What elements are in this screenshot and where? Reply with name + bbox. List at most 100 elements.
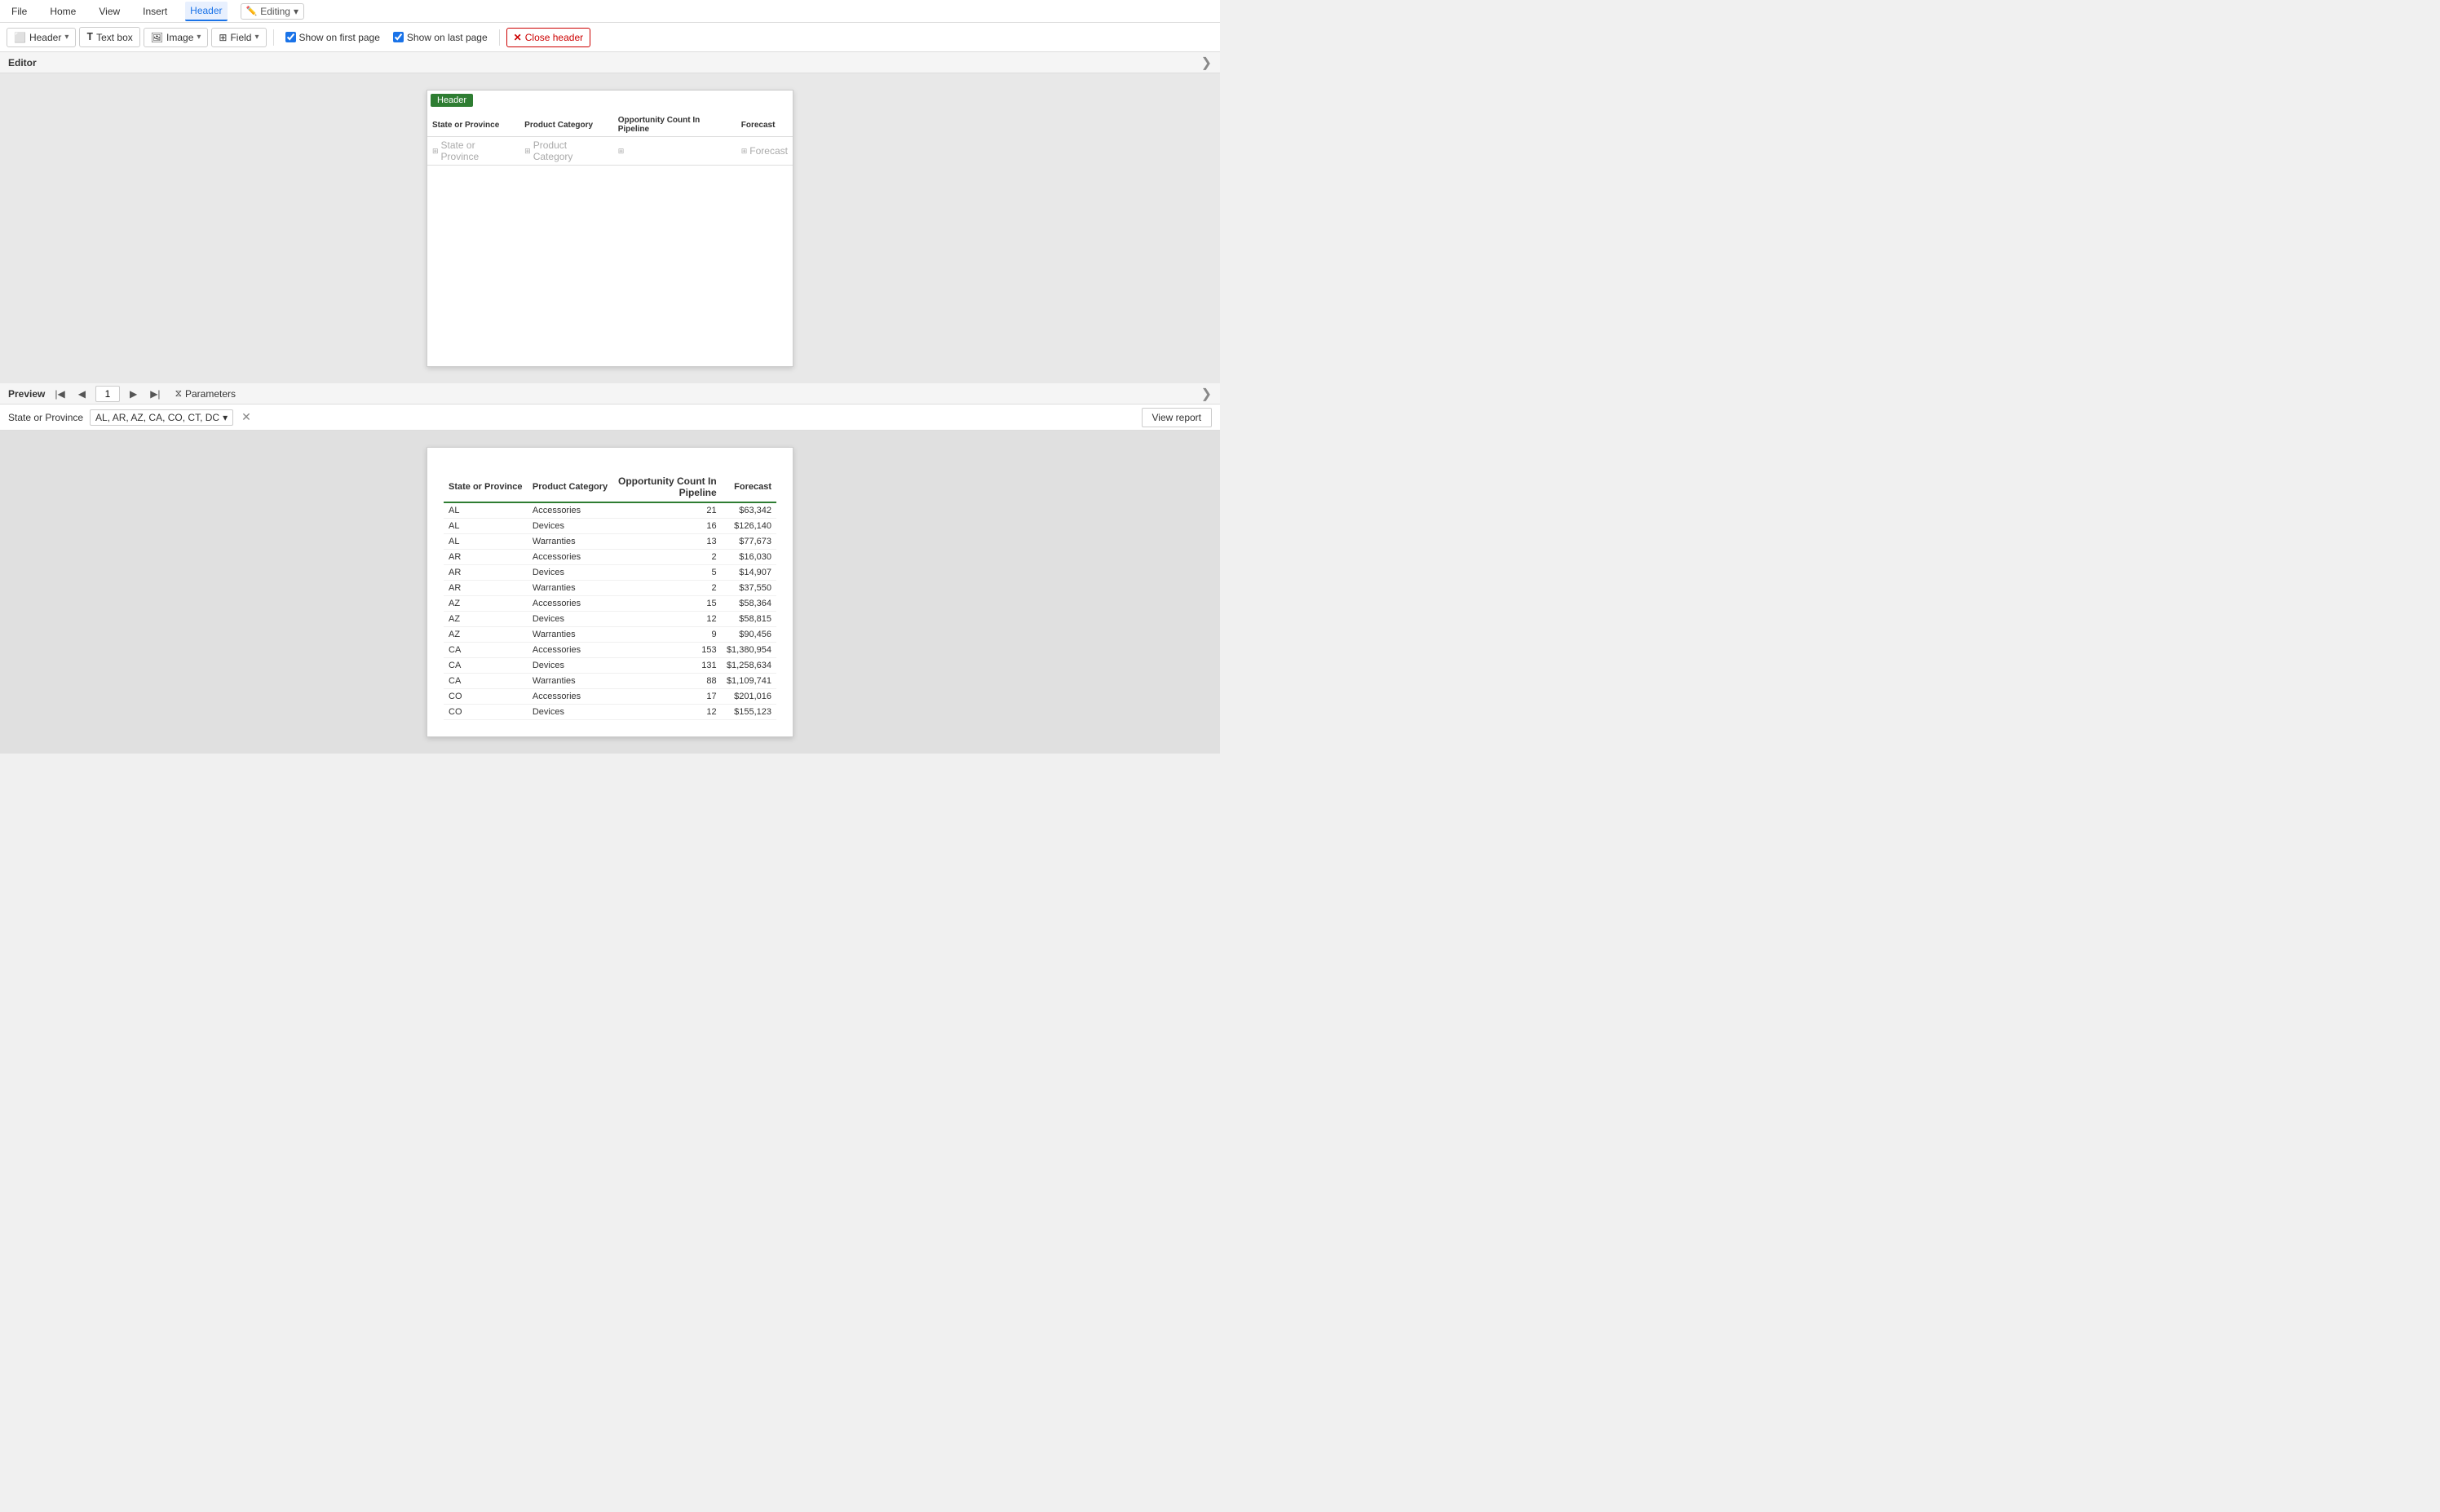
image-chevron-icon: ▾	[197, 33, 201, 42]
state-field-icon: ⊞	[432, 147, 439, 156]
page-number-input[interactable]: 1	[95, 386, 120, 402]
table-row: CODevices12$155,123	[444, 705, 776, 720]
show-first-page-input[interactable]	[285, 32, 296, 42]
table-cell: CO	[444, 705, 528, 720]
product-field-placeholder: ⊞ Product Category	[524, 139, 608, 162]
table-cell: 16	[613, 519, 722, 534]
param-value-text: AL, AR, AZ, CA, CO, CT, DC	[95, 412, 219, 423]
data-table-header-row: State or Province Product Category Oppor…	[444, 472, 776, 502]
pencil-icon: ✏️	[246, 6, 258, 16]
table-cell: Accessories	[528, 596, 613, 612]
table-cell: 12	[613, 705, 722, 720]
header-badge[interactable]: Header	[431, 94, 473, 107]
menu-insert[interactable]: Insert	[138, 2, 172, 20]
table-cell: $63,342	[722, 502, 776, 519]
param-clear-button[interactable]: ✕	[240, 410, 253, 424]
table-cell: $16,030	[722, 550, 776, 565]
data-col-product: Product Category	[528, 472, 613, 502]
close-header-button[interactable]: ✕ Close header	[506, 28, 590, 47]
param-value-dropdown[interactable]: AL, AR, AZ, CA, CO, CT, DC ▾	[90, 409, 233, 426]
data-col-forecast: Forecast	[722, 472, 776, 502]
nav-prev-btn[interactable]: ◀	[75, 387, 89, 401]
editing-badge[interactable]: ✏️ Editing ▾	[241, 3, 304, 20]
table-cell: AZ	[444, 612, 528, 627]
field-chevron-icon: ▾	[254, 33, 259, 42]
editor-section-bar: Editor ❯	[0, 52, 1220, 73]
table-cell: 15	[613, 596, 722, 612]
table-cell: AR	[444, 565, 528, 581]
state-field-placeholder: ⊞ State or Province	[432, 139, 515, 162]
table-cell: $155,123	[722, 705, 776, 720]
editor-col-forecast: Forecast	[736, 113, 793, 137]
editor-table: State or Province Product Category Oppor…	[427, 113, 793, 165]
editing-label: Editing	[260, 6, 290, 17]
view-report-button[interactable]: View report	[1142, 408, 1212, 427]
table-cell: 13	[613, 534, 722, 550]
table-cell: Warranties	[528, 534, 613, 550]
editor-collapse-icon[interactable]: ❯	[1201, 55, 1212, 71]
close-header-label: Close header	[525, 32, 583, 43]
table-cell: AL	[444, 519, 528, 534]
textbox-icon: 𝐓	[86, 31, 93, 43]
data-col-opportunity: Opportunity Count In Pipeline	[613, 472, 722, 502]
opportunity-header-line2: Pipeline	[679, 487, 717, 498]
menu-home[interactable]: Home	[45, 2, 81, 20]
table-row: ARAccessories2$16,030	[444, 550, 776, 565]
table-cell: Devices	[528, 658, 613, 674]
header-button[interactable]: ⬜ Header ▾	[7, 28, 76, 47]
table-cell: CA	[444, 674, 528, 689]
menu-bar: File Home View Insert Header ✏️ Editing …	[0, 0, 1220, 23]
preview-title: Preview	[8, 388, 45, 400]
preview-bar: Preview |◀ ◀ 1 ▶ ▶| ⧖ Parameters ❯	[0, 383, 1220, 405]
nav-next-btn[interactable]: ▶	[126, 387, 140, 401]
table-row: AZAccessories15$58,364	[444, 596, 776, 612]
table-cell: 2	[613, 550, 722, 565]
textbox-label: Text box	[96, 32, 133, 43]
header-label: Header	[29, 32, 61, 43]
table-cell: Devices	[528, 519, 613, 534]
table-cell: Warranties	[528, 627, 613, 643]
table-cell: Accessories	[528, 643, 613, 658]
parameters-button[interactable]: ⧖ Parameters	[170, 386, 241, 401]
table-cell: 9	[613, 627, 722, 643]
table-cell: 17	[613, 689, 722, 705]
field-button[interactable]: ⊞ Field ▾	[211, 28, 266, 47]
table-cell: 131	[613, 658, 722, 674]
table-cell: 153	[613, 643, 722, 658]
menu-file[interactable]: File	[7, 2, 32, 20]
table-cell: Devices	[528, 705, 613, 720]
table-cell: 5	[613, 565, 722, 581]
table-cell: 12	[613, 612, 722, 627]
table-row: AZWarranties9$90,456	[444, 627, 776, 643]
menu-view[interactable]: View	[94, 2, 125, 20]
table-cell: Accessories	[528, 502, 613, 519]
show-first-page-checkbox[interactable]: Show on first page	[281, 30, 385, 45]
show-last-page-input[interactable]	[393, 32, 404, 42]
field-label: Field	[230, 32, 251, 43]
field-icon: ⊞	[219, 32, 227, 43]
preview-page: State or Province Product Category Oppor…	[427, 447, 793, 737]
opportunity-header-multi: Opportunity Count In Pipeline	[618, 475, 717, 498]
params-bar: State or Province AL, AR, AZ, CA, CO, CT…	[0, 405, 1220, 431]
image-button[interactable]: 🖼 Image ▾	[144, 28, 209, 47]
table-cell: $58,815	[722, 612, 776, 627]
table-cell: CO	[444, 689, 528, 705]
toolbar: ⬜ Header ▾ 𝐓 Text box 🖼 Image ▾ ⊞ Field …	[0, 23, 1220, 52]
table-row: AZDevices12$58,815	[444, 612, 776, 627]
table-cell: Accessories	[528, 550, 613, 565]
nav-last-btn[interactable]: ▶|	[147, 387, 163, 401]
show-last-page-checkbox[interactable]: Show on last page	[388, 30, 493, 45]
show-first-page-label: Show on first page	[299, 32, 380, 43]
header-band: Header State or Province Product Categor…	[427, 91, 793, 166]
header-chevron-icon: ▾	[64, 33, 69, 42]
table-cell: $37,550	[722, 581, 776, 596]
close-header-x-icon: ✕	[514, 32, 522, 43]
nav-first-btn[interactable]: |◀	[51, 387, 68, 401]
table-cell: AL	[444, 534, 528, 550]
textbox-button[interactable]: 𝐓 Text box	[79, 27, 139, 47]
menu-header[interactable]: Header	[185, 2, 227, 21]
table-cell: AR	[444, 581, 528, 596]
opportunity-header-line1: Opportunity Count In	[618, 475, 717, 487]
table-row: ALDevices16$126,140	[444, 519, 776, 534]
preview-collapse-icon[interactable]: ❯	[1201, 386, 1212, 402]
